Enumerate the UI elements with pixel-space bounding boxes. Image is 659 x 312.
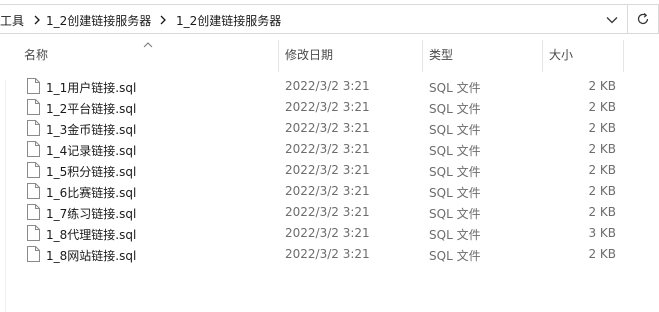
file-size: 2 KB	[588, 79, 616, 93]
file-type: SQL 文件	[429, 249, 481, 263]
file-name: 1_1用户链接.sql	[46, 81, 137, 95]
history-dropdown-button[interactable]	[601, 9, 623, 31]
file-row[interactable]: 1_1用户链接.sql 2022/3/2 3:21 SQL 文件 2 KB	[22, 76, 632, 97]
file-name: 1_5积分链接.sql	[46, 165, 137, 179]
refresh-button[interactable]	[628, 4, 659, 34]
file-icon	[27, 225, 40, 241]
file-row[interactable]: 1_3金币链接.sql 2022/3/2 3:21 SQL 文件 2 KB	[22, 118, 632, 139]
column-header-size[interactable]: 大小	[549, 46, 573, 63]
file-row[interactable]: 1_2平台链接.sql 2022/3/2 3:21 SQL 文件 2 KB	[22, 97, 632, 118]
file-row[interactable]: 1_8代理链接.sql 2022/3/2 3:21 SQL 文件 3 KB	[22, 223, 632, 244]
chevron-right-icon[interactable]	[158, 14, 168, 26]
chevron-down-icon	[606, 17, 618, 24]
file-size: 2 KB	[588, 184, 616, 198]
sort-up-icon	[143, 42, 153, 48]
file-icon	[27, 246, 40, 262]
file-type: SQL 文件	[429, 144, 481, 158]
file-type: SQL 文件	[429, 102, 481, 116]
file-modified: 2022/3/2 3:21	[285, 226, 370, 240]
file-type: SQL 文件	[429, 186, 481, 200]
column-divider[interactable]	[422, 40, 423, 72]
file-type: SQL 文件	[429, 81, 481, 95]
file-size: 2 KB	[588, 163, 616, 177]
file-size: 2 KB	[588, 100, 616, 114]
file-name: 1_8网站链接.sql	[46, 249, 137, 263]
file-size: 2 KB	[588, 121, 616, 135]
file-name: 1_3金币链接.sql	[46, 123, 137, 137]
file-modified: 2022/3/2 3:21	[285, 205, 370, 219]
column-divider[interactable]	[542, 40, 543, 72]
file-modified: 2022/3/2 3:21	[285, 121, 370, 135]
file-size: 2 KB	[588, 142, 616, 156]
file-name: 1_6比赛链接.sql	[46, 186, 137, 200]
file-size: 2 KB	[588, 247, 616, 261]
file-row[interactable]: 1_7练习链接.sql 2022/3/2 3:21 SQL 文件 2 KB	[22, 202, 632, 223]
file-modified: 2022/3/2 3:21	[285, 247, 370, 261]
file-icon	[27, 141, 40, 157]
file-size: 3 KB	[588, 226, 616, 240]
file-row[interactable]: 1_8网站链接.sql 2022/3/2 3:21 SQL 文件 2 KB	[22, 244, 632, 265]
column-divider[interactable]	[623, 40, 624, 72]
file-name: 1_2平台链接.sql	[46, 102, 137, 116]
file-type: SQL 文件	[429, 123, 481, 137]
file-icon	[27, 162, 40, 178]
file-name: 1_8代理链接.sql	[46, 228, 137, 242]
file-name: 1_7练习链接.sql	[46, 207, 137, 221]
file-icon	[27, 204, 40, 220]
file-name: 1_4记录链接.sql	[46, 144, 137, 158]
file-icon	[27, 183, 40, 199]
file-icon	[27, 120, 40, 136]
breadcrumb-item-current[interactable]: 1_2创建链接服务器	[176, 12, 281, 29]
file-modified: 2022/3/2 3:21	[285, 142, 370, 156]
column-header-type[interactable]: 类型	[429, 46, 453, 63]
column-header-name[interactable]: 名称	[24, 46, 48, 63]
chevron-right-icon[interactable]	[32, 14, 42, 26]
file-type: SQL 文件	[429, 207, 481, 221]
breadcrumb-item-tools[interactable]: 工具	[0, 12, 24, 29]
file-size: 2 KB	[588, 205, 616, 219]
address-bar[interactable]: 工具 1_2创建链接服务器 1_2创建链接服务器	[0, 4, 628, 34]
column-header-modified[interactable]: 修改日期	[285, 46, 333, 63]
file-modified: 2022/3/2 3:21	[285, 79, 370, 93]
refresh-icon	[637, 13, 649, 25]
file-type: SQL 文件	[429, 165, 481, 179]
file-modified: 2022/3/2 3:21	[285, 163, 370, 177]
file-row[interactable]: 1_6比赛链接.sql 2022/3/2 3:21 SQL 文件 2 KB	[22, 181, 632, 202]
file-row[interactable]: 1_5积分链接.sql 2022/3/2 3:21 SQL 文件 2 KB	[22, 160, 632, 181]
breadcrumb-item-parent[interactable]: 1_2创建链接服务器	[46, 12, 151, 29]
column-divider[interactable]	[278, 40, 279, 72]
file-icon	[27, 99, 40, 115]
file-row[interactable]: 1_4记录链接.sql 2022/3/2 3:21 SQL 文件 2 KB	[22, 139, 632, 160]
file-icon	[27, 78, 40, 94]
file-modified: 2022/3/2 3:21	[285, 184, 370, 198]
file-type: SQL 文件	[429, 228, 481, 242]
pane-divider	[5, 80, 6, 312]
file-modified: 2022/3/2 3:21	[285, 100, 370, 114]
